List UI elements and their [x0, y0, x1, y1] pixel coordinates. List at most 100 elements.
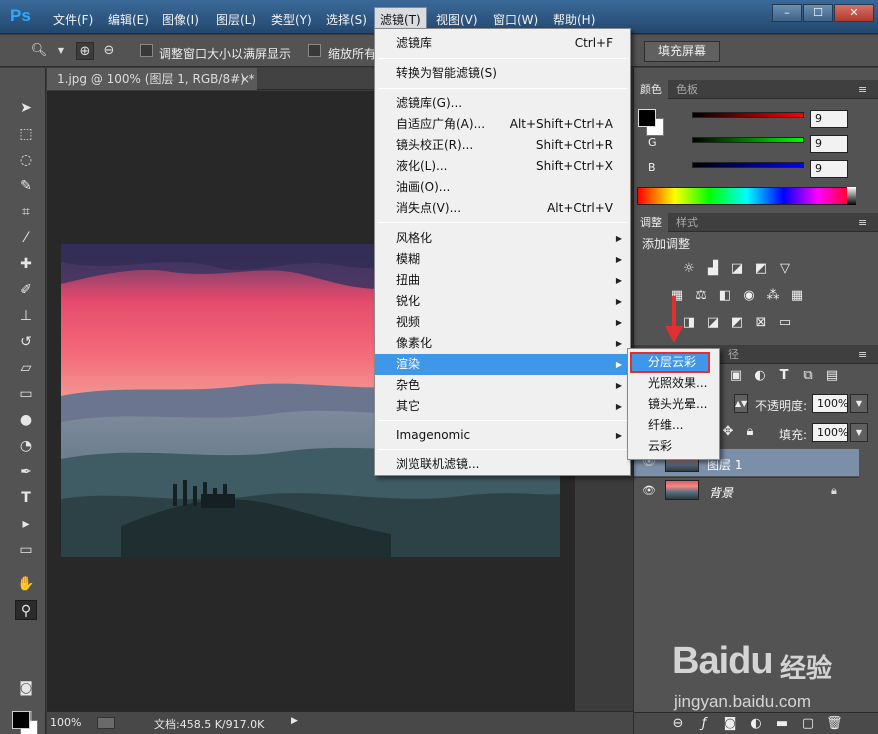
- filter-type-layer-icon[interactable]: T: [776, 369, 792, 383]
- menu-item-distort[interactable]: 扭曲 ▶: [375, 270, 630, 291]
- menu-image[interactable]: 图像(I): [162, 11, 199, 28]
- submenu-item-clouds[interactable]: 云彩: [628, 436, 719, 457]
- menu-item-oil-paint[interactable]: 油画(O)...: [375, 177, 630, 198]
- color-spectrum-bar[interactable]: [637, 187, 856, 205]
- blur-tool-icon[interactable]: ●: [15, 410, 37, 430]
- quick-mask-icon[interactable]: ◙: [15, 678, 37, 698]
- maximize-button[interactable]: ☐: [803, 4, 833, 22]
- filter-smart-object-icon[interactable]: ▤: [824, 369, 840, 383]
- foreground-color-swatch[interactable]: [12, 711, 30, 729]
- submenu-item-fibers[interactable]: 纤维...: [628, 415, 719, 436]
- close-document-icon[interactable]: ×: [240, 68, 250, 90]
- lasso-tool-icon[interactable]: ◌: [15, 150, 37, 170]
- menu-type[interactable]: 类型(Y): [271, 11, 312, 28]
- visibility-eye-icon[interactable]: 👁︎: [642, 484, 656, 497]
- menu-item-other[interactable]: 其它 ▶: [375, 396, 630, 417]
- path-selection-tool-icon[interactable]: ▸: [15, 514, 37, 534]
- panel-menu-icon[interactable]: ≡: [852, 213, 873, 232]
- menu-item-video[interactable]: 视频 ▶: [375, 312, 630, 333]
- blue-value-field[interactable]: 9: [810, 160, 848, 178]
- zoom-level[interactable]: 100%: [50, 716, 81, 729]
- layer-name[interactable]: 背景: [709, 484, 733, 501]
- menu-edit[interactable]: 编辑(E): [108, 11, 149, 28]
- menu-item-sharpen[interactable]: 锐化 ▶: [375, 291, 630, 312]
- menu-file[interactable]: 文件(F): [53, 11, 93, 28]
- eraser-tool-icon[interactable]: ▱: [15, 358, 37, 378]
- levels-icon[interactable]: ▟: [705, 262, 721, 276]
- menu-item-render[interactable]: 渲染 ▶: [375, 354, 630, 375]
- red-slider[interactable]: [692, 112, 804, 118]
- lock-position-icon[interactable]: ✥: [720, 425, 736, 439]
- exposure-icon[interactable]: ◩: [753, 262, 769, 276]
- quick-select-tool-icon[interactable]: ✎: [15, 176, 37, 196]
- rectangle-tool-icon[interactable]: ▭: [15, 540, 37, 560]
- filter-shape-layer-icon[interactable]: ⧉: [800, 369, 816, 383]
- photo-filter-icon[interactable]: ◉: [741, 289, 757, 303]
- close-window-button[interactable]: ✕: [834, 4, 874, 22]
- menu-item-vanishing-point[interactable]: 消失点(V)... Alt+Ctrl+V: [375, 198, 630, 219]
- menu-layer[interactable]: 图层(L): [216, 11, 256, 28]
- menu-help[interactable]: 帮助(H): [553, 11, 595, 28]
- menu-window[interactable]: 窗口(W): [493, 11, 538, 28]
- brush-tool-icon[interactable]: ✐: [15, 280, 37, 300]
- threshold-icon[interactable]: ◩: [729, 316, 745, 330]
- vibrance-icon[interactable]: ▽: [777, 262, 793, 276]
- menu-item-pixelate[interactable]: 像素化 ▶: [375, 333, 630, 354]
- fill-field[interactable]: 100%: [812, 423, 848, 442]
- tab-swatches[interactable]: 色板: [670, 80, 704, 99]
- zoom-tool-icon[interactable]: ⚲: [15, 600, 37, 620]
- foreground-color-chip[interactable]: [638, 109, 656, 127]
- tab-color[interactable]: 颜色: [634, 80, 668, 99]
- menu-item-filter-gallery[interactable]: 滤镜库(G)...: [375, 93, 630, 114]
- color-lookup-icon[interactable]: ▦: [789, 289, 805, 303]
- menu-item-adaptive-wide-angle[interactable]: 自适应广角(A)... Alt+Shift+Ctrl+A: [375, 114, 630, 135]
- marquee-tool-icon[interactable]: ⬚: [15, 124, 37, 144]
- menu-item-blur[interactable]: 模糊 ▶: [375, 249, 630, 270]
- fill-screen-button[interactable]: 填充屏幕: [644, 41, 720, 62]
- posterize-icon[interactable]: ◪: [705, 316, 721, 330]
- menu-item-convert-smart-filters[interactable]: 转换为智能滤镜(S): [375, 63, 630, 84]
- menu-item-filter-gallery-last[interactable]: 滤镜库 Ctrl+F: [375, 33, 630, 54]
- status-menu-arrow-icon[interactable]: ▶: [291, 716, 298, 726]
- history-brush-tool-icon[interactable]: ↺: [15, 332, 37, 352]
- healing-brush-tool-icon[interactable]: ✚: [15, 254, 37, 274]
- hand-tool-icon[interactable]: ✋: [15, 574, 37, 594]
- type-tool-icon[interactable]: T: [15, 488, 37, 508]
- move-tool-icon[interactable]: ➤: [15, 98, 37, 118]
- green-slider[interactable]: [692, 137, 804, 143]
- tab-adjustments[interactable]: 调整: [634, 213, 668, 232]
- menu-item-noise[interactable]: 杂色 ▶: [375, 375, 630, 396]
- filter-pixel-layer-icon[interactable]: ▣: [728, 369, 744, 383]
- pen-tool-icon[interactable]: ✒: [15, 462, 37, 482]
- resize-windows-checkbox[interactable]: [140, 44, 153, 57]
- green-value-field[interactable]: 9: [810, 135, 848, 153]
- submenu-item-difference-clouds[interactable]: 分层云彩: [630, 352, 710, 373]
- menu-item-liquify[interactable]: 液化(L)... Shift+Ctrl+X: [375, 156, 630, 177]
- minimize-button[interactable]: –: [772, 4, 802, 22]
- gradient-tool-icon[interactable]: ▭: [15, 384, 37, 404]
- menu-select[interactable]: 选择(S): [326, 11, 367, 28]
- gradient-map-icon[interactable]: ⊠: [753, 316, 769, 330]
- selective-color-icon[interactable]: ▭: [777, 316, 793, 330]
- chevron-down-icon[interactable]: ▼: [850, 394, 868, 413]
- opacity-field[interactable]: 100%: [812, 394, 848, 413]
- blend-mode-dropdown-icon[interactable]: ▲▼: [734, 394, 748, 413]
- zoom-tool-icon[interactable]: 🔍︎: [30, 42, 48, 60]
- tab-styles[interactable]: 样式: [670, 213, 704, 232]
- zoom-all-checkbox[interactable]: [308, 44, 321, 57]
- panel-menu-icon[interactable]: ≡: [852, 345, 873, 364]
- channel-mixer-icon[interactable]: ⁂: [765, 289, 781, 303]
- chevron-down-icon[interactable]: ▼: [52, 42, 70, 60]
- curves-icon[interactable]: ◪: [729, 262, 745, 276]
- color-balance-icon[interactable]: ⚖: [693, 289, 709, 303]
- submenu-item-lens-flare[interactable]: 镜头光晕...: [628, 394, 719, 415]
- zoom-in-icon[interactable]: ⊕: [76, 42, 94, 60]
- zoom-out-icon[interactable]: ⊖: [100, 42, 118, 60]
- document-tab[interactable]: 1.jpg @ 100% (图层 1, RGB/8#) *: [47, 68, 257, 90]
- crop-tool-icon[interactable]: ⌗: [15, 202, 37, 222]
- submenu-item-lighting-effects[interactable]: 光照效果...: [628, 373, 719, 394]
- filter-adjustment-layer-icon[interactable]: ◐: [752, 369, 768, 383]
- status-preview-icon[interactable]: [97, 717, 115, 729]
- tab-paths[interactable]: 径: [722, 345, 745, 364]
- menu-item-stylize[interactable]: 风格化 ▶: [375, 228, 630, 249]
